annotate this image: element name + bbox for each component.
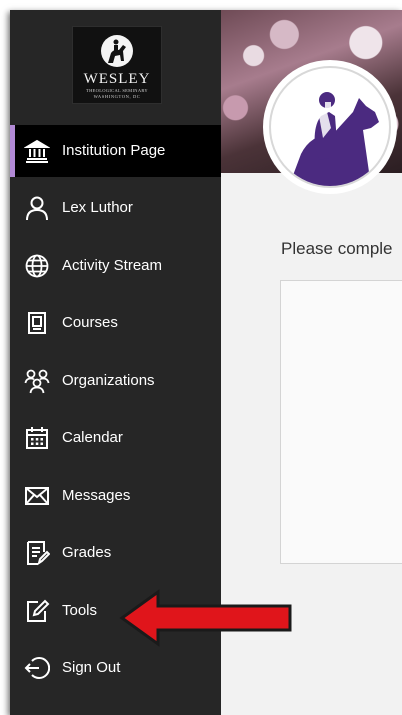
sidebar-item-institution-page[interactable]: Institution Page	[10, 125, 221, 177]
grades-icon	[27, 541, 50, 566]
app-window: WESLEY THEOLOGICAL SEMINARY WASHINGTON, …	[10, 10, 402, 715]
red-arrow-annotation-icon	[119, 589, 292, 647]
sidebar-item-label: Organizations	[62, 372, 155, 389]
user-icon	[26, 196, 48, 221]
sidebar-item-activity-stream[interactable]: Activity Stream	[10, 240, 221, 292]
logo-location: WASHINGTON, DC	[93, 94, 141, 99]
envelope-icon	[25, 487, 49, 505]
completion-prompt-text: Please comple	[281, 239, 393, 258]
institution-logo[interactable]: WESLEY THEOLOGICAL SEMINARY WASHINGTON, …	[72, 26, 162, 104]
organizations-icon	[24, 369, 50, 394]
content-panel	[280, 280, 402, 564]
sidebar-item-label: Messages	[62, 487, 131, 504]
sidebar-item-label: Institution Page	[62, 142, 166, 159]
sidebar-item-profile[interactable]: Lex Luthor	[10, 182, 221, 234]
sidebar-item-label: Courses	[62, 314, 118, 331]
sidebar-item-organizations[interactable]: Organizations	[10, 355, 221, 407]
logo-title: WESLEY	[83, 71, 151, 87]
sidebar-item-messages[interactable]: Messages	[10, 470, 221, 522]
logo-subtitle: THEOLOGICAL SEMINARY	[86, 88, 148, 93]
institution-icon	[24, 139, 50, 163]
sidebar-item-courses[interactable]: Courses	[10, 297, 221, 349]
institution-avatar	[263, 60, 397, 194]
sidebar-item-grades[interactable]: Grades	[10, 527, 221, 579]
sidebar-item-label: Grades	[62, 544, 112, 561]
sidebar-item-label: Tools	[62, 602, 98, 619]
horse-rider-logo-icon	[101, 35, 133, 67]
sign-out-icon	[24, 657, 50, 679]
sidebar-item-calendar[interactable]: Calendar	[10, 412, 221, 464]
courses-icon	[28, 312, 46, 334]
horse-rider-emblem-icon	[289, 92, 379, 186]
calendar-icon	[26, 427, 48, 449]
tools-icon	[27, 599, 50, 622]
globe-icon	[25, 254, 49, 278]
sidebar-item-label: Activity Stream	[62, 257, 163, 274]
sidebar-item-label: Calendar	[62, 429, 123, 446]
sidebar-item-label: Lex Luthor	[62, 199, 133, 216]
sidebar-item-label: Sign Out	[62, 659, 121, 676]
